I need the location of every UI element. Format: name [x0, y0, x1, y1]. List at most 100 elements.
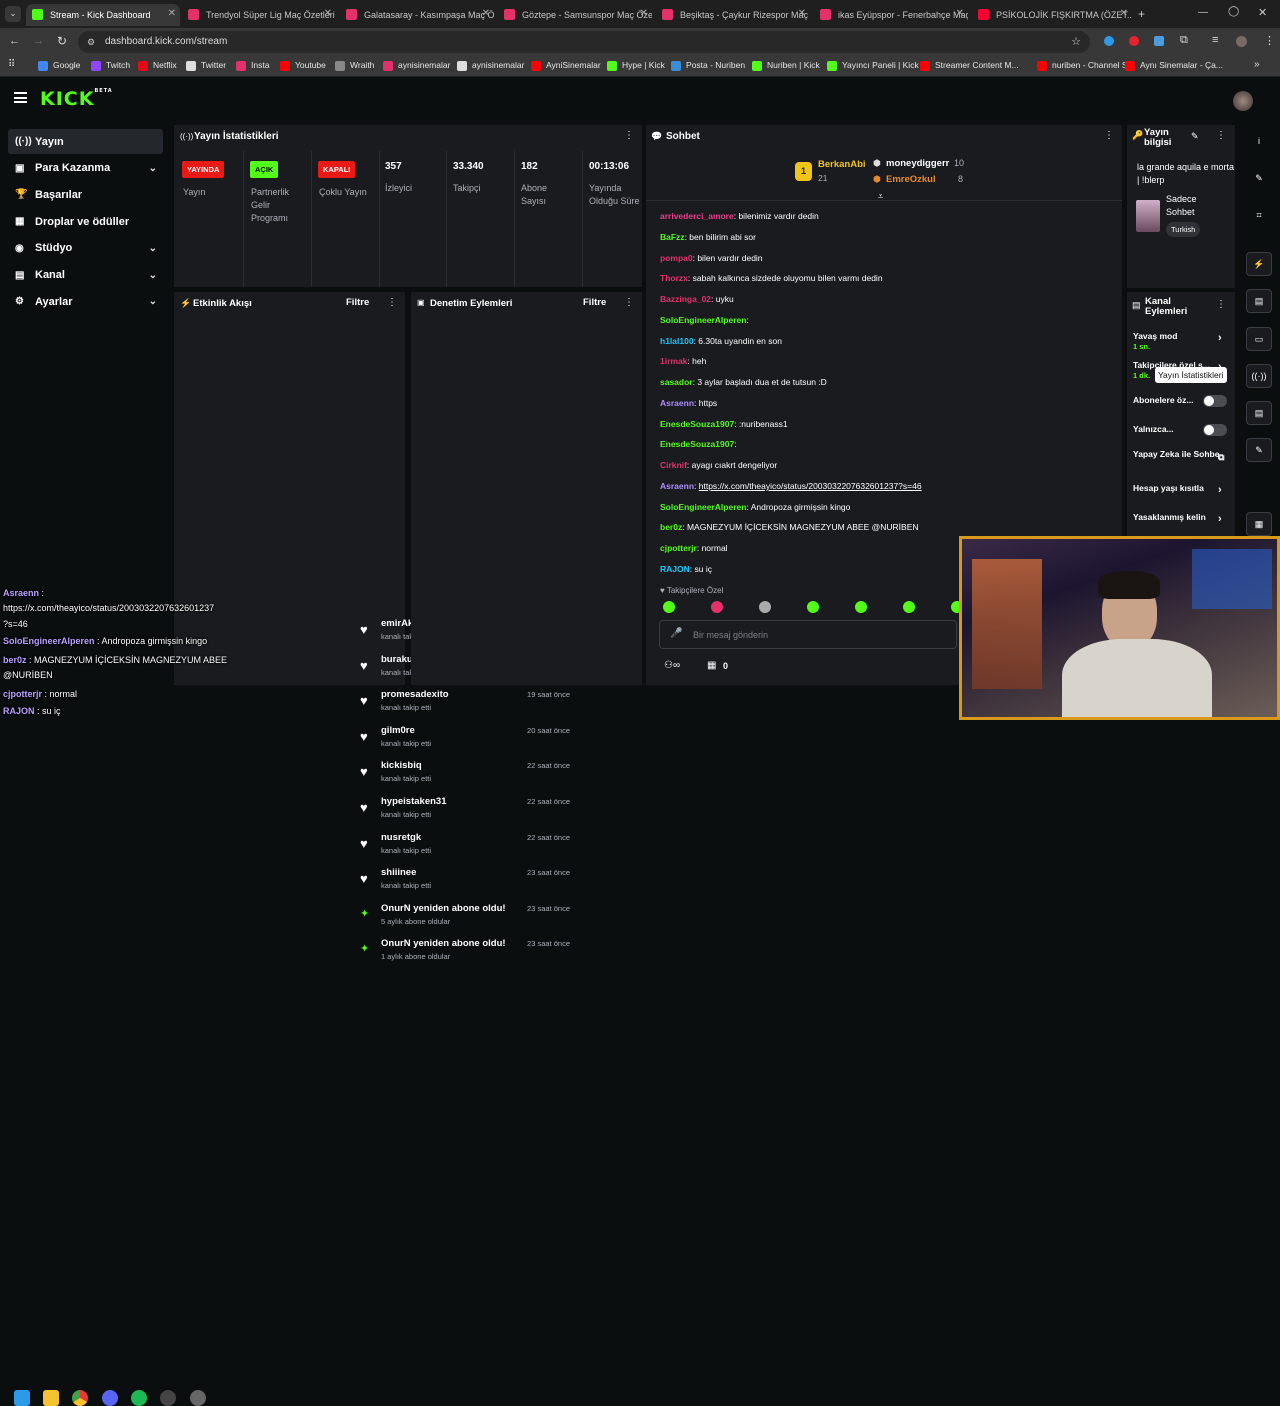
top-chatter-name[interactable]: moneydiggerr — [886, 158, 949, 169]
tab-close-icon[interactable]: ✕ — [168, 8, 176, 19]
emote-icon[interactable] — [855, 601, 867, 613]
moderation-filter-button[interactable]: Filtre — [583, 297, 606, 308]
stats-menu-icon[interactable]: ⋮ — [624, 130, 634, 141]
tab-close-icon[interactable]: ✕ — [324, 8, 332, 19]
browser-menu-icon[interactable]: ⋮ — [1264, 34, 1275, 47]
chevron-right-icon[interactable]: › — [1218, 484, 1222, 496]
extension-icons[interactable]: ⧉ ≡ — [1104, 34, 1254, 48]
emote-icon[interactable] — [759, 601, 771, 613]
chat-username[interactable]: Thorzx — [660, 273, 688, 283]
channel-action-row[interactable]: Yavaş mod 1 sn. › — [1133, 331, 1228, 351]
bookmark-item[interactable]: Streamer Content M... — [920, 60, 1019, 71]
tab-close-icon[interactable]: ✕ — [482, 8, 490, 19]
minimize-button[interactable]: — — [1198, 7, 1208, 18]
bookmark-item[interactable]: Nuriben | Kick — [752, 60, 820, 71]
chat-username[interactable]: RAJON — [660, 564, 690, 574]
chat-username[interactable]: h1lal100 — [660, 336, 694, 346]
bookmark-item[interactable]: Netflix — [138, 60, 177, 71]
chevron-right-icon[interactable]: › — [1218, 332, 1222, 344]
apps-icon[interactable]: ⠿ — [8, 59, 15, 70]
tab-close-icon[interactable]: ✕ — [640, 8, 648, 19]
chevron-down-icon[interactable]: ⌄ — [149, 163, 157, 174]
gift-icon[interactable]: ▦ — [1246, 512, 1272, 536]
channel-action-row[interactable]: Yapay Zeka ile Sohbet Denetimi⧉ — [1133, 449, 1228, 462]
activity-username[interactable]: shiiinee — [381, 867, 416, 878]
external-link-icon[interactable]: ⧉ — [1218, 452, 1224, 463]
chat-username[interactable]: Bazzinga_02 — [660, 294, 711, 304]
tab-search-button[interactable]: ⌄ — [5, 6, 21, 22]
chevron-down-icon[interactable]: ⌄ — [149, 296, 157, 307]
emote-icon[interactable] — [903, 601, 915, 613]
user-avatar[interactable] — [1233, 91, 1253, 111]
info-icon[interactable]: i — [1246, 129, 1272, 153]
chat-gift-icon[interactable]: ▦ — [707, 660, 716, 671]
bookmark-item[interactable]: nuriben - Channel S... — [1037, 60, 1135, 71]
bookmark-item[interactable]: Aynı Sinemalar - Ça... — [1125, 60, 1223, 71]
channel-actions-menu-icon[interactable]: ⋮ — [1216, 299, 1226, 310]
chat-username[interactable]: Asraenn — [660, 481, 694, 491]
activity-username[interactable]: OnurN yeniden abone oldu! — [381, 903, 506, 914]
file-explorer-icon[interactable] — [43, 1390, 59, 1406]
chat-input[interactable]: 🎤 Bir mesaj gönderin — [659, 620, 957, 649]
tab-close-icon[interactable]: ✕ — [956, 8, 964, 19]
activity-username[interactable]: OnurN yeniden abone oldu! — [381, 938, 506, 949]
app-icon[interactable] — [190, 1390, 206, 1406]
new-tab-button[interactable]: + — [1138, 7, 1145, 21]
activity-username[interactable]: gilm0re — [381, 725, 415, 736]
kick-logo[interactable]: KICKBETA — [40, 88, 113, 110]
toggle-switch[interactable] — [1203, 395, 1227, 407]
document-icon[interactable]: ▤ — [1246, 289, 1272, 313]
sidebar-item[interactable]: ⚙ Ayarlar ⌄ — [8, 289, 163, 314]
top-chatter-name[interactable]: BerkanAbi — [818, 159, 866, 170]
activity-username[interactable]: promesadexito — [381, 689, 449, 700]
activity-filter-button[interactable]: Filtre — [346, 297, 369, 308]
bookmark-item[interactable]: Twitch — [91, 60, 130, 71]
reload-icon[interactable]: ↻ — [57, 34, 67, 48]
bookmark-item[interactable]: Posta - Nuriben — [671, 60, 745, 71]
bookmark-item[interactable]: aynisinemalar — [457, 60, 524, 71]
tab-close-icon[interactable]: ✕ — [798, 8, 806, 19]
stream-info-menu-icon[interactable]: ⋮ — [1216, 130, 1226, 141]
moderation-menu-icon[interactable]: ⋮ — [624, 297, 634, 308]
chat-username[interactable]: EnesdeSouza1907 — [660, 419, 734, 429]
discord-icon[interactable] — [102, 1390, 118, 1406]
mic-icon[interactable]: 🎤 — [670, 628, 682, 639]
bookmark-item[interactable]: Yayıncı Paneli | Kick — [827, 60, 919, 71]
top-chatter-name[interactable]: EmreOzkul — [886, 174, 936, 185]
browser-tab[interactable]: PSİKOLOJİK FIŞKIRTMA (ÖZET... ✕ — [972, 4, 1132, 26]
chat-bubble-icon[interactable]: ▭ — [1246, 327, 1272, 351]
activity-menu-icon[interactable]: ⋮ — [387, 297, 397, 308]
bookmark-item[interactable]: Insta — [236, 60, 269, 71]
chat-username[interactable]: BaFzz — [660, 232, 685, 242]
activity-username[interactable]: nusretgk — [381, 832, 421, 843]
browser-tab[interactable]: Göztepe - Samsunspor Maç Özeti ✕ — [498, 4, 652, 26]
url-input[interactable]: ⚙ dashboard.kick.com/stream ☆ — [78, 31, 1090, 53]
sidebar-item[interactable]: 🏆 Başarılar — [8, 182, 163, 207]
more-bookmarks-icon[interactable]: » — [1254, 59, 1260, 70]
chevron-right-icon[interactable]: › — [1218, 513, 1222, 525]
toggle-switch[interactable] — [1203, 424, 1227, 436]
crop-icon[interactable]: ⌗ — [1246, 203, 1272, 227]
chevron-down-icon[interactable]: ⌄ — [149, 270, 157, 281]
hamburger-menu-icon[interactable] — [14, 92, 27, 103]
layout-icon[interactable]: ▤ — [1246, 401, 1272, 425]
channel-action-row[interactable]: Yasaklanmış kelin › — [1133, 512, 1228, 525]
chat-username[interactable]: Cirknif — [660, 460, 687, 470]
emote-icon[interactable] — [711, 601, 723, 613]
bookmark-item[interactable]: Wraith — [335, 60, 374, 71]
chat-username[interactable]: ber0z — [660, 522, 682, 532]
bookmark-item[interactable]: Twitter — [186, 60, 226, 71]
bookmark-item[interactable]: Hype | Kick — [607, 60, 665, 71]
bookmark-item[interactable]: aynisinemalar — [383, 60, 450, 71]
channel-action-row[interactable]: Abonelere öz... — [1133, 395, 1228, 407]
sidebar-item[interactable]: ▦ Droplar ve ödüller — [8, 209, 163, 234]
bookmark-item[interactable]: AyniSinemalar — [531, 60, 601, 71]
activity-username[interactable]: hypeistaken31 — [381, 796, 446, 807]
chat-username[interactable]: pompa0 — [660, 253, 693, 263]
browser-tab[interactable]: ikas Eyüpspor - Fenerbahçe Maç Özeti✕ — [814, 4, 968, 26]
sidebar-item[interactable]: ◉ Stüdyo ⌄ — [8, 236, 163, 261]
tab-close-icon[interactable]: ✕ — [1120, 8, 1128, 19]
chat-username[interactable]: cjpotterjr — [660, 543, 697, 553]
edit-icon[interactable]: ✎ — [1191, 131, 1199, 142]
windows-icon[interactable] — [14, 1390, 30, 1406]
